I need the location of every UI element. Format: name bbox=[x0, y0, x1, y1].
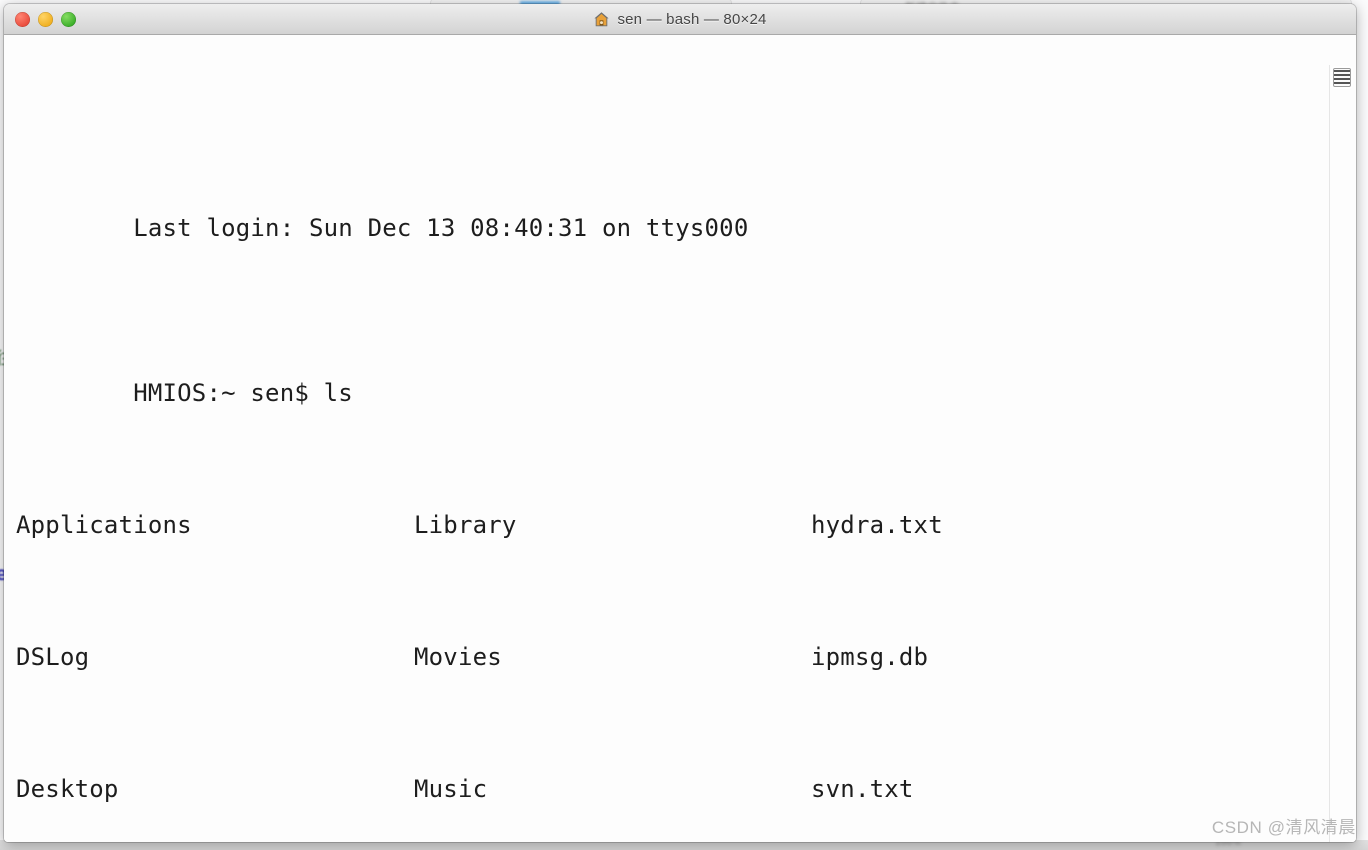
ls-entry-applications[interactable]: Applications bbox=[16, 509, 192, 542]
ls-entry-hydra-txt[interactable]: hydra.txt bbox=[811, 509, 943, 542]
window-title-bar[interactable]: sen — bash — 80×24 bbox=[4, 4, 1356, 35]
ls-entry-dslog[interactable]: DSLog bbox=[16, 641, 89, 674]
ls-entry-svn-txt[interactable]: svn.txt bbox=[811, 773, 914, 806]
ls-entry-library[interactable]: Library bbox=[414, 509, 517, 542]
zoom-button[interactable] bbox=[61, 11, 76, 27]
window-title-text: sen — bash — 80×24 bbox=[617, 10, 767, 28]
terminal-scrollbar-thumb[interactable] bbox=[1333, 68, 1351, 87]
minimize-button[interactable] bbox=[38, 11, 53, 27]
terminal-body[interactable]: Last login: Sun Dec 13 08:40:31 on ttys0… bbox=[4, 35, 1356, 842]
last-login-text: Last login: Sun Dec 13 08:40:31 on ttys0… bbox=[133, 214, 749, 242]
command-ls: ls bbox=[323, 379, 353, 407]
ls-output-row: Desktop Music svn.txt bbox=[16, 773, 1356, 806]
close-button[interactable] bbox=[15, 11, 30, 27]
watermark-text: CSDN @清风清晨 bbox=[1211, 818, 1356, 837]
ls-output-row: Applications Library hydra.txt bbox=[16, 509, 1356, 542]
terminal-window[interactable]: sen — bash — 80×24 Last login: Sun Dec 1… bbox=[4, 4, 1356, 842]
terminal-scrollbar[interactable] bbox=[1329, 65, 1356, 842]
window-title-container: sen — bash — 80×24 bbox=[4, 11, 1356, 28]
home-icon bbox=[593, 11, 610, 28]
ls-entry-music[interactable]: Music bbox=[414, 773, 487, 806]
terminal-screen[interactable]: Last login: Sun Dec 13 08:40:31 on ttys0… bbox=[16, 47, 1356, 842]
ls-entry-movies[interactable]: Movies bbox=[414, 641, 502, 674]
terminal-line-last-login: Last login: Sun Dec 13 08:40:31 on ttys0… bbox=[16, 179, 1356, 242]
ls-entry-desktop[interactable]: Desktop bbox=[16, 773, 119, 806]
ls-entry-ipmsg-db[interactable]: ipmsg.db bbox=[811, 641, 928, 674]
terminal-line-prompt-ls: HMIOS:~ sen$ ls bbox=[16, 344, 1356, 407]
window-traffic-lights bbox=[15, 4, 76, 34]
prompt-text-1: HMIOS:~ sen$ bbox=[133, 379, 324, 407]
ls-output-row: DSLog Movies ipmsg.db bbox=[16, 641, 1356, 674]
